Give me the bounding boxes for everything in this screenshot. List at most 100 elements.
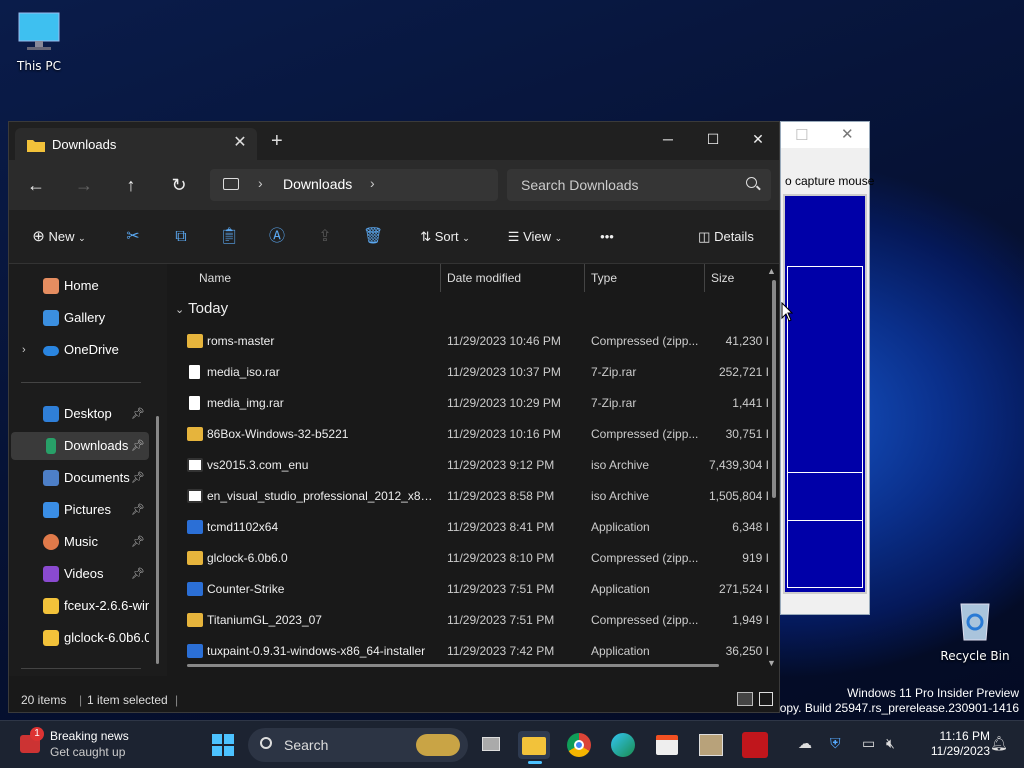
pin-icon[interactable]: 📌︎ [131, 464, 145, 492]
chevron-right-icon[interactable]: › [370, 175, 375, 191]
file-list-scrollbar[interactable] [772, 280, 776, 498]
sidebar-item-fceux[interactable]: fceux-2.6.6-win6 [11, 592, 149, 620]
more-options-button[interactable]: ••• [593, 225, 621, 249]
start-button[interactable] [209, 731, 237, 759]
table-row[interactable]: media_img.rar 11/29/2023 10:29 PM 7-Zip.ra… [183, 388, 769, 419]
forward-button[interactable]: → [69, 170, 99, 200]
column-divider[interactable] [584, 264, 585, 292]
table-row[interactable]: en_visual_studio_professional_2012_x86_.… [183, 481, 769, 512]
table-row[interactable]: tuxpaint-0.9.31-windows-x86_64-installer… [183, 636, 769, 667]
table-row[interactable]: tcmd1102x64 11/29/2023 8:41 PM Application… [183, 512, 769, 543]
horizontal-scrollbar[interactable] [187, 664, 719, 667]
refresh-button[interactable]: ↻ [164, 170, 194, 200]
vm-display[interactable] [783, 194, 867, 594]
taskbar-chrome[interactable] [565, 731, 593, 759]
details-pane-button[interactable]: ◫ Details [693, 225, 759, 249]
news-title: Breaking news [50, 729, 129, 743]
background-window[interactable]: ☐ ✕ o capture mouse [780, 121, 874, 615]
pin-icon[interactable]: 📌︎ [131, 400, 145, 428]
maximize-icon[interactable]: ☐ [795, 126, 808, 144]
network-off-icon[interactable]: ☁ [798, 735, 812, 752]
table-row[interactable]: roms-master 11/29/2023 10:46 PM Compressed… [183, 326, 769, 357]
task-view-button[interactable] [478, 731, 506, 759]
maximize-button[interactable]: ☐ [690, 125, 736, 153]
sort-button[interactable]: ⇅ Sort ⌄ [413, 225, 477, 249]
desktop-icon-recycle-bin[interactable]: Recycle Bin [940, 598, 1010, 663]
news-widget[interactable]: 1 Breaking news Get caught up [16, 727, 186, 763]
taskbar-edge[interactable] [609, 731, 637, 759]
notification-bell-icon[interactable]: 🔔︎ [990, 735, 1008, 752]
sidebar-scrollbar[interactable] [156, 416, 159, 664]
volume-icon[interactable]: 🔇︎ [886, 735, 895, 752]
sidebar-item-glclock[interactable]: glclock-6.0b6.0 [11, 624, 149, 652]
sidebar-item-downloads[interactable]: Downloads 📌︎ [11, 432, 149, 460]
back-button[interactable]: ← [21, 170, 51, 200]
column-divider[interactable] [704, 264, 705, 292]
desktop-icon-this-pc[interactable]: This PC [4, 12, 74, 73]
display-icon[interactable]: ▭ [862, 735, 875, 752]
column-header-type[interactable]: Type [591, 264, 617, 292]
table-row[interactable]: 86Box-Windows-32-b5221 11/29/2023 10:16 P… [183, 419, 769, 450]
pin-icon[interactable]: 📌︎ [131, 432, 145, 460]
pin-icon[interactable]: 📌︎ [131, 496, 145, 524]
table-row[interactable]: glclock-6.0b6.0 11/29/2023 8:10 PM Compres… [183, 543, 769, 574]
view-button[interactable]: ☰ View ⌄ [501, 225, 569, 249]
table-row[interactable]: TitaniumGL_2023_07 11/29/2023 7:51 PM Comp… [183, 605, 769, 636]
close-tab-icon[interactable]: ✕ [229, 132, 251, 152]
tiles-view-icon[interactable] [759, 692, 773, 706]
sidebar-item-desktop[interactable]: Desktop 📌︎ [11, 400, 149, 428]
copy-button[interactable]: ⧉ [169, 225, 193, 249]
table-row[interactable]: vs2015.3.com_enu 11/29/2023 9:12 PM iso Ar… [183, 450, 769, 481]
sidebar-item-pictures[interactable]: Pictures 📌︎ [11, 496, 149, 524]
minimize-button[interactable]: ─ [645, 125, 691, 153]
new-tab-icon[interactable]: + [271, 130, 283, 153]
file-explorer-window[interactable]: Downloads ✕ + ─ ☐ ✕ ← → ↑ ↻ › Downloads … [8, 121, 780, 713]
taskbar-file-explorer[interactable] [518, 731, 550, 764]
sidebar-item-documents[interactable]: Documents 📌︎ [11, 464, 149, 492]
monitor-icon [18, 12, 60, 50]
sidebar-item-home[interactable]: Home [11, 272, 149, 300]
paste-button[interactable]: 📋︎ [217, 225, 241, 249]
address-bar[interactable]: › Downloads › [210, 169, 498, 201]
sidebar-item-onedrive[interactable]: › OneDrive [11, 336, 149, 364]
search-box[interactable]: Search Downloads [507, 169, 771, 201]
close-icon[interactable]: ✕ [841, 125, 854, 143]
taskbar-red-app[interactable] [741, 731, 769, 759]
defender-icon[interactable]: ⛨ [830, 735, 841, 752]
file-size: 1,949 I [732, 613, 769, 627]
folder-icon [43, 630, 59, 646]
column-divider[interactable] [440, 264, 441, 292]
sidebar-item-label: Home [64, 278, 99, 293]
clock[interactable]: 11:16 PM 11/29/2023 [916, 729, 990, 759]
sidebar-item-videos[interactable]: Videos 📌︎ [11, 560, 149, 588]
breadcrumb-downloads[interactable]: Downloads [283, 176, 352, 192]
sidebar-item-music[interactable]: Music 📌︎ [11, 528, 149, 556]
clock-time: 11:16 PM [939, 729, 990, 743]
background-window-titlebar[interactable]: ☐ ✕ [781, 122, 869, 148]
taskbar-store[interactable] [653, 731, 681, 759]
sidebar-item-gallery[interactable]: Gallery [11, 304, 149, 332]
table-row[interactable]: media_iso.rar 11/29/2023 10:37 PM 7-Zip.ra… [183, 357, 769, 388]
pin-icon[interactable]: 📌︎ [131, 560, 145, 588]
rename-button[interactable]: Ⓐ [265, 225, 289, 249]
delete-button[interactable]: 🗑︎ [361, 225, 385, 249]
group-header-today[interactable]: ⌄ Today [175, 300, 228, 317]
taskbar-vm-app[interactable] [697, 731, 725, 759]
scroll-down-icon[interactable]: ▼ [767, 658, 776, 668]
up-button[interactable]: ↑ [116, 170, 146, 200]
tab-downloads[interactable]: Downloads ✕ [15, 128, 257, 160]
new-button[interactable]: ⊕ New ⌄ [27, 225, 91, 249]
pin-icon[interactable]: 📌︎ [131, 528, 145, 556]
table-row[interactable]: Counter-Strike 11/29/2023 7:51 PM Applicat… [183, 574, 769, 605]
column-header-size[interactable]: Size [711, 264, 734, 292]
chevron-right-icon[interactable]: › [22, 336, 26, 364]
share-button[interactable]: ⇪ [313, 225, 337, 249]
close-window-button[interactable]: ✕ [735, 125, 781, 153]
details-view-icon[interactable] [737, 692, 753, 706]
column-header-date[interactable]: Date modified [447, 264, 521, 292]
cut-button[interactable]: ✂ [121, 225, 145, 249]
chevron-right-icon[interactable]: › [258, 175, 263, 191]
column-header-name[interactable]: Name [199, 264, 231, 292]
scroll-up-icon[interactable]: ▲ [767, 266, 776, 276]
taskbar-search[interactable]: Search [248, 728, 468, 762]
